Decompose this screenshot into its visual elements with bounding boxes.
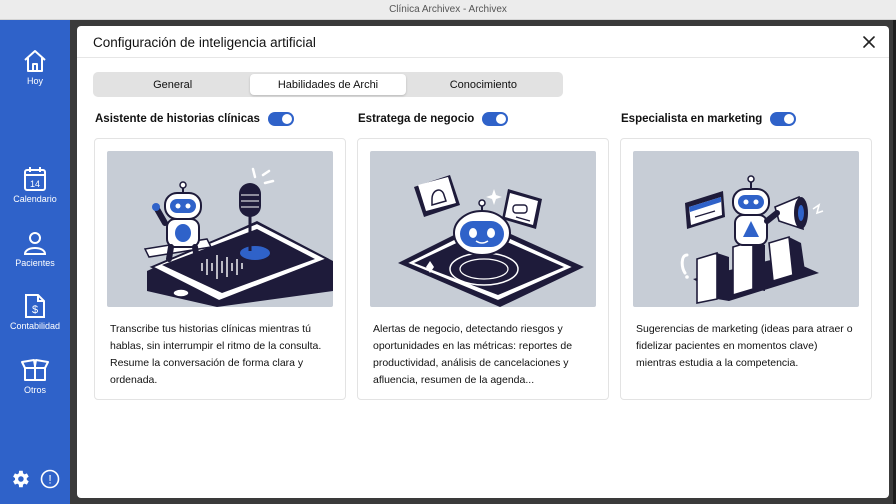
illustration-marketing	[633, 151, 859, 307]
svg-text:!: !	[48, 473, 51, 487]
card-description: Alertas de negocio, detectando riesgos y…	[373, 323, 573, 386]
gear-icon[interactable]	[9, 468, 31, 490]
close-icon[interactable]	[861, 34, 877, 50]
sidebar-item-label: Hoy	[26, 76, 43, 86]
card-header-estratega: Estratega de negocio	[358, 112, 509, 126]
illustration-estratega	[370, 151, 596, 307]
card-description: Sugerencias de marketing (ideas para atr…	[636, 323, 853, 369]
sidebar-item-hoy[interactable]: Hoy	[0, 48, 70, 86]
card-title: Estratega de negocio	[358, 113, 475, 125]
skill-card-estratega: Alertas de negocio, detectando riesgos y…	[357, 138, 609, 400]
sidebar-item-label: Otros	[23, 385, 46, 395]
svg-text:$: $	[32, 304, 38, 316]
toggle-marketing[interactable]	[770, 112, 797, 126]
skill-card-marketing: Sugerencias de marketing (ideas para atr…	[620, 138, 872, 400]
card-description: Transcribe tus historias clínicas mientr…	[110, 323, 322, 386]
tab-bar: General Habilidades de Archi Conocimient…	[93, 72, 563, 97]
user-icon	[23, 232, 47, 255]
modal-header: Configuración de inteligencia artificial	[77, 26, 889, 58]
card-title: Especialista en marketing	[621, 113, 763, 125]
home-icon	[24, 50, 46, 72]
document-dollar-icon: $	[25, 294, 45, 318]
sidebar-item-label: Calendario	[13, 194, 57, 204]
sidebar-item-pacientes[interactable]: Pacientes	[0, 230, 70, 268]
sidebar-item-label: Pacientes	[15, 258, 55, 268]
skill-card-asistente: Transcribe tus historias clínicas mientr…	[94, 138, 346, 400]
sidebar-item-otros[interactable]: Otros	[0, 357, 70, 395]
sidebar-item-calendario[interactable]: 14 Calendario	[0, 166, 70, 204]
sidebar-item-label: Contabilidad	[9, 321, 61, 331]
modal-title: Configuración de inteligencia artificial	[93, 35, 316, 50]
card-title: Asistente de historias clínicas	[95, 113, 260, 125]
window-title: Clínica Archivex - Archivex	[389, 4, 507, 15]
toggle-asistente[interactable]	[267, 112, 294, 126]
box-icon	[21, 359, 49, 381]
window-titlebar: Clínica Archivex - Archivex	[0, 0, 896, 20]
calendar-badge: 14	[30, 179, 40, 189]
card-header-marketing: Especialista en marketing	[621, 112, 797, 126]
sidebar-item-contabilidad[interactable]: $ Contabilidad	[0, 293, 70, 331]
tab-general[interactable]: General	[95, 74, 250, 95]
info-icon[interactable]: !	[40, 469, 60, 489]
toggle-estratega[interactable]	[482, 112, 509, 126]
calendar-icon: 14	[24, 167, 46, 191]
ai-settings-modal: Configuración de inteligencia artificial…	[77, 26, 889, 498]
tab-conocimiento[interactable]: Conocimiento	[406, 74, 561, 95]
tab-habilidades-de-archi[interactable]: Habilidades de Archi	[250, 74, 406, 95]
sidebar: Hoy 14 Calendario Pacientes $ Contabilid…	[0, 20, 70, 504]
illustration-asistente	[107, 151, 333, 307]
card-header-asistente: Asistente de historias clínicas	[95, 112, 294, 126]
